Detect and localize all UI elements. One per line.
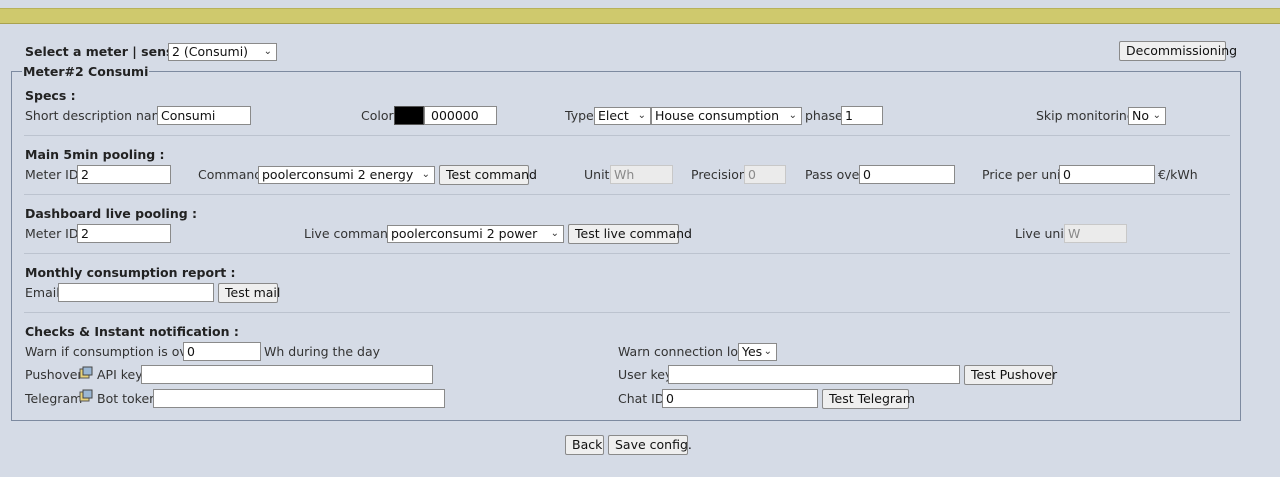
report-title: Monthly consumption report : xyxy=(25,265,236,280)
chat-id-label: Chat ID xyxy=(618,391,665,406)
test-telegram-button[interactable]: Test Telegram xyxy=(822,389,915,409)
meter-id-label: Meter ID xyxy=(25,167,79,182)
divider xyxy=(24,312,1230,313)
price-input[interactable] xyxy=(1059,165,1155,184)
skip-monitoring-value: No xyxy=(1132,108,1149,123)
command-select-value: poolerconsumi 2 energy xyxy=(262,167,414,182)
specs-title: Specs : xyxy=(25,88,76,103)
main-pooling-title: Main 5min pooling : xyxy=(25,147,165,162)
live-unit-input xyxy=(1064,224,1127,243)
save-config-button[interactable]: Save config. xyxy=(608,435,692,455)
api-key-label: API key xyxy=(97,367,143,382)
color-input[interactable] xyxy=(424,106,497,125)
type2-select[interactable]: House consumption ⌄ xyxy=(651,107,802,125)
skip-monitoring-select[interactable]: No ⌄ xyxy=(1128,107,1166,125)
warn-connection-label: Warn connection lost xyxy=(618,344,750,359)
type-select-value: Elect xyxy=(598,108,629,123)
chevron-down-icon: ⌄ xyxy=(263,46,272,57)
type2-select-value: House consumption xyxy=(655,108,780,123)
email-input[interactable] xyxy=(58,283,214,302)
warn-connection-select[interactable]: Yes ⌄ xyxy=(738,343,777,361)
chevron-down-icon: ⌄ xyxy=(1152,110,1161,121)
chevron-down-icon: ⌄ xyxy=(788,110,797,121)
live-command-label: Live command xyxy=(304,226,396,241)
command-select[interactable]: poolerconsumi 2 energy ⌄ xyxy=(258,166,435,184)
chevron-down-icon: ⌄ xyxy=(763,346,772,357)
warn-consumption-label: Warn if consumption is over xyxy=(25,344,200,359)
type-label: Type xyxy=(565,108,594,123)
color-label: Color xyxy=(361,108,394,123)
divider xyxy=(24,194,1230,195)
meter-select[interactable]: 2 (Consumi) ⌄ xyxy=(168,43,277,61)
type-select[interactable]: Elect ⌄ xyxy=(594,107,651,125)
phase-label: phase xyxy=(805,108,843,123)
price-label: Price per unit xyxy=(982,167,1066,182)
dashboard-title: Dashboard live pooling : xyxy=(25,206,198,221)
chat-id-input[interactable] xyxy=(662,389,818,408)
color-swatch[interactable] xyxy=(394,106,424,125)
bot-token-input[interactable] xyxy=(153,389,445,408)
skip-monitoring-label: Skip monitoring xyxy=(1036,108,1135,123)
chevron-down-icon: ⌄ xyxy=(637,110,646,121)
live-command-select[interactable]: poolerconsumi 2 power ⌄ xyxy=(387,225,564,243)
phase-input[interactable] xyxy=(841,106,883,125)
unit-input xyxy=(610,165,673,184)
meter-legend: Meter#2 Consumi xyxy=(22,64,150,79)
short-desc-label: Short description name xyxy=(25,108,172,123)
external-link-icon[interactable] xyxy=(79,389,93,402)
price-unit: €/kWh xyxy=(1158,167,1198,182)
user-key-input[interactable] xyxy=(668,365,960,384)
precision-input xyxy=(744,165,786,184)
live-meter-id-label: Meter ID xyxy=(25,226,79,241)
pass-over-input[interactable] xyxy=(859,165,955,184)
decommissioning-button[interactable]: Decommissioning xyxy=(1119,41,1237,61)
short-desc-input[interactable] xyxy=(157,106,251,125)
test-live-command-button[interactable]: Test live command xyxy=(568,224,692,244)
command-label: Command xyxy=(198,167,263,182)
email-label: Email xyxy=(25,285,60,300)
bot-token-label: Bot token xyxy=(97,391,158,406)
live-command-select-value: poolerconsumi 2 power xyxy=(391,226,538,241)
pass-over-label: Pass over xyxy=(805,167,865,182)
top-banner xyxy=(0,8,1280,24)
live-meter-id-input[interactable] xyxy=(77,224,171,243)
precision-label: Precision xyxy=(691,167,747,182)
meter-select-value: 2 (Consumi) xyxy=(172,44,249,59)
warn-connection-value: Yes xyxy=(742,344,763,359)
live-unit-label: Live unit xyxy=(1015,226,1069,241)
divider xyxy=(24,135,1230,136)
warn-consumption-suffix: Wh during the day xyxy=(264,344,381,359)
test-command-button[interactable]: Test command xyxy=(439,165,537,185)
back-button[interactable]: Back xyxy=(565,435,604,455)
chevron-down-icon: ⌄ xyxy=(550,228,559,239)
test-mail-button[interactable]: Test mail xyxy=(218,283,280,303)
test-pushover-button[interactable]: Test Pushover xyxy=(964,365,1057,385)
checks-title: Checks & Instant notification : xyxy=(25,324,239,339)
divider xyxy=(24,253,1230,254)
telegram-label: Telegram xyxy=(25,391,83,406)
unit-label: Unit xyxy=(584,167,610,182)
external-link-icon[interactable] xyxy=(79,366,93,379)
pushover-label: Pushover xyxy=(25,367,83,382)
meter-id-input[interactable] xyxy=(77,165,171,184)
chevron-down-icon: ⌄ xyxy=(421,169,430,180)
api-key-input[interactable] xyxy=(141,365,433,384)
user-key-label: User key xyxy=(618,367,673,382)
warn-consumption-input[interactable] xyxy=(183,342,261,361)
